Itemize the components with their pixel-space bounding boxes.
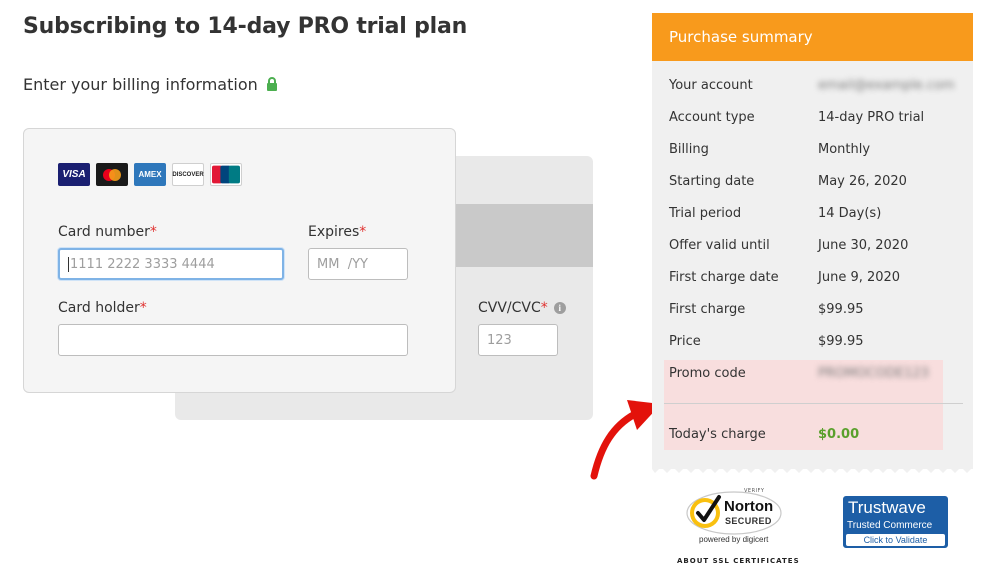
summary-value-promo-code: PROMOCODE123 — [818, 366, 929, 381]
receipt-zigzag-edge — [652, 463, 973, 473]
summary-divider — [664, 403, 963, 404]
norton-secured-text: SECURED — [725, 516, 772, 526]
summary-value-first-charge-date: June 9, 2020 — [818, 270, 901, 285]
billing-heading-text: Enter your billing information — [23, 75, 258, 94]
summary-label-account: Your account — [669, 78, 753, 93]
page-title: Subscribing to 14-day PRO trial plan — [23, 14, 468, 39]
required-mark: * — [540, 300, 548, 316]
trustwave-subtitle: Trusted Commerce — [847, 520, 933, 531]
card-number-placeholder: 1111 2222 3333 4444 — [70, 256, 215, 272]
mastercard-icon — [96, 163, 128, 186]
summary-label-account-type: Account type — [669, 110, 755, 125]
card-holder-input[interactable] — [58, 324, 408, 356]
summary-value-starting-date: May 26, 2020 — [818, 174, 907, 189]
summary-label-first-charge-date: First charge date — [669, 270, 779, 285]
lock-icon — [266, 76, 277, 91]
card-number-input[interactable]: 1111 2222 3333 4444 — [58, 248, 284, 280]
norton-name-text: Norton — [724, 498, 774, 515]
summary-label-billing: Billing — [669, 142, 709, 157]
card-number-label: Card number* — [58, 224, 157, 240]
summary-label-first-charge: First charge — [669, 302, 746, 317]
summary-value-first-charge: $99.95 — [818, 302, 864, 317]
unionpay-icon — [210, 163, 242, 186]
expires-placeholder: MM /YY — [317, 256, 368, 272]
cvv-input[interactable]: 123 — [478, 324, 558, 356]
norton-verify-text: VERIFY — [744, 488, 765, 494]
cvv-label: CVV/CVC* i — [478, 300, 566, 316]
cvv-placeholder: 123 — [487, 332, 512, 348]
cvv-label-text: CVV/CVC — [478, 300, 541, 316]
summary-label-promo-code: Promo code — [669, 366, 746, 381]
purchase-summary-header: Purchase summary — [652, 13, 973, 61]
about-ssl-link[interactable]: ABOUT SSL CERTIFICATES — [677, 557, 800, 565]
discover-icon: DISCOVER — [172, 163, 204, 186]
trustwave-validate-button[interactable]: Click to Validate — [846, 534, 945, 546]
billing-heading: Enter your billing information — [23, 75, 278, 94]
todays-charge-label: Today's charge — [669, 427, 766, 442]
card-number-label-text: Card number — [58, 224, 150, 240]
required-mark: * — [139, 300, 147, 316]
card-brand-logos: VISA AMEX DISCOVER — [58, 163, 242, 186]
summary-label-trial-period: Trial period — [669, 206, 742, 221]
summary-value-offer-valid: June 30, 2020 — [818, 238, 909, 253]
expires-label-text: Expires — [308, 224, 360, 240]
summary-value-account: email@example.com — [818, 78, 955, 93]
norton-powered-text: powered by digicert — [699, 535, 769, 544]
card-holder-label-text: Card holder — [58, 300, 140, 316]
card-holder-label: Card holder* — [58, 300, 147, 316]
summary-label-offer-valid: Offer valid until — [669, 238, 770, 253]
expires-label: Expires* — [308, 224, 366, 240]
expires-input[interactable]: MM /YY — [308, 248, 408, 280]
summary-label-starting-date: Starting date — [669, 174, 755, 189]
trustwave-name: Trustwave — [848, 498, 926, 517]
summary-value-billing: Monthly — [818, 142, 871, 157]
visa-icon: VISA — [58, 163, 90, 186]
summary-value-price: $99.95 — [818, 334, 864, 349]
info-icon[interactable]: i — [553, 302, 566, 314]
text-caret — [68, 256, 69, 272]
todays-charge-value: $0.00 — [818, 427, 860, 442]
summary-label-price: Price — [669, 334, 701, 349]
required-mark: * — [359, 224, 367, 240]
summary-value-account-type: 14-day PRO trial — [818, 110, 925, 125]
summary-value-trial-period: 14 Day(s) — [818, 206, 882, 221]
amex-icon: AMEX — [134, 163, 166, 186]
required-mark: * — [149, 224, 157, 240]
